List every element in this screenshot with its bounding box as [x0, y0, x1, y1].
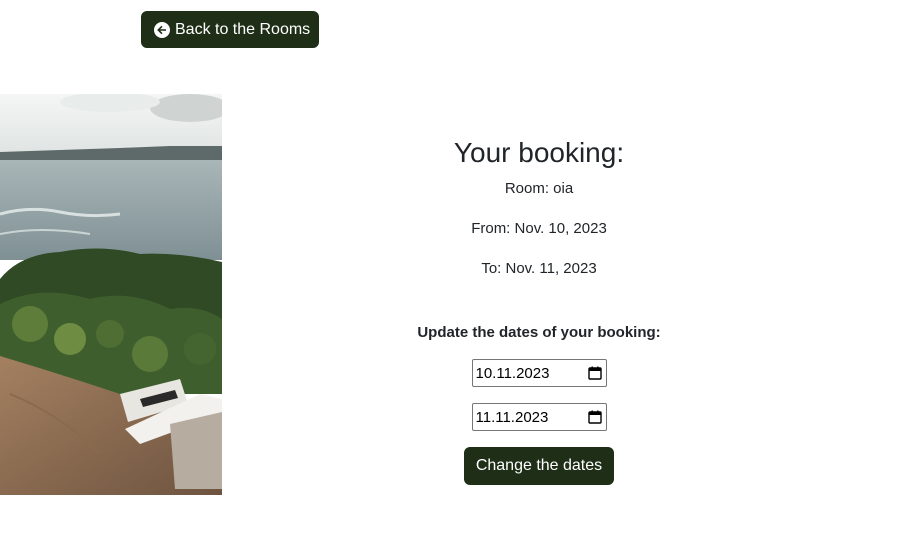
calendar-icon[interactable]	[587, 410, 602, 424]
start-date-value: 10.11.2023	[475, 364, 550, 382]
change-dates-button[interactable]: Change the dates	[464, 447, 614, 485]
booking-title: Your booking:	[453, 137, 625, 168]
booking-room: Room: oia	[504, 180, 574, 197]
booking-to-date: To: Nov. 11, 2023	[481, 260, 597, 277]
room-photo	[0, 94, 222, 495]
booking-from-date: From: Nov. 10, 2023	[471, 220, 607, 237]
arrow-left-circle-icon	[154, 21, 170, 38]
back-to-rooms-button[interactable]: Back to the Rooms	[141, 11, 319, 48]
back-to-rooms-label: Back to the Rooms	[175, 20, 311, 38]
update-dates-heading: Update the dates of your booking:	[417, 324, 661, 341]
page: Back to the Rooms Your booking: Room: oi…	[0, 0, 919, 539]
end-date-input[interactable]: 11.11.2023	[471, 403, 607, 431]
calendar-icon[interactable]	[587, 366, 602, 380]
start-date-input[interactable]: 10.11.2023	[471, 359, 607, 387]
booking-summary: Your booking: Room: oia From: Nov. 10, 2…	[389, 134, 689, 485]
end-date-value: 11.11.2023	[475, 408, 549, 426]
